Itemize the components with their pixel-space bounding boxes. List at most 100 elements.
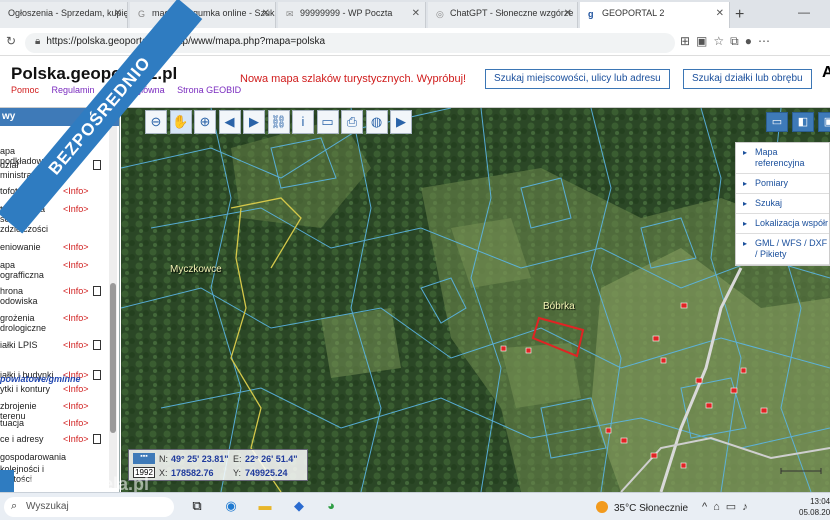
layer-info-link[interactable]: <Info> (63, 401, 89, 411)
windows-taskbar: ⌕ Wyszukaj ⧉ ◉ ▬ ◆ ◕ 35°C Słonecznie ^⌂▭♪… (0, 492, 830, 520)
time: 13:04 (810, 497, 830, 506)
layer-info-link[interactable]: <Info> (63, 204, 89, 214)
document-icon[interactable] (93, 370, 101, 380)
layer-info-link[interactable]: <Info> (63, 186, 89, 196)
search-icon: ⌕ (11, 500, 18, 512)
document-icon[interactable] (93, 340, 101, 350)
tab-title: Ogłoszenia - Sprzedam, kupię (8, 8, 128, 18)
layer-info-link[interactable]: <Info> (63, 313, 89, 323)
terms-link[interactable]: Regulamin (52, 85, 95, 95)
weather-widget[interactable]: 35°C Słonecznie (596, 501, 688, 514)
help-link[interactable]: Pomoc (11, 85, 39, 95)
close-icon[interactable]: ✕ (716, 8, 724, 19)
tab-title: GEOPORTAL 2 (602, 8, 665, 18)
link-icon[interactable]: ⛓ (267, 110, 290, 134)
store-icon[interactable]: ◆ (290, 498, 308, 516)
temperature: 35°C (614, 503, 637, 514)
coordinate-system-icon[interactable]: ▪▪▪ (133, 453, 155, 464)
document-icon[interactable] (93, 160, 101, 170)
browser-tab-ogloszenia[interactable]: Ogłoszenia - Sprzedam, kupię ✕ (0, 2, 128, 28)
e-value: 22° 26' 51.4" (245, 454, 298, 464)
arrow-right-icon[interactable]: ▶ (243, 110, 265, 134)
layer-name: ce i adresy (0, 434, 44, 444)
x-value: 178582.76 (171, 468, 214, 478)
layer-info-link[interactable]: <Info> (63, 434, 89, 444)
y-label: Y: (233, 468, 242, 478)
menu-item[interactable]: ▸ Szukaj (736, 194, 829, 214)
edge-icon[interactable]: ◉ (222, 498, 240, 516)
menu-item[interactable]: ▸ Mapa referencyjna (736, 143, 829, 174)
google-icon: G (138, 9, 146, 19)
hand-icon[interactable]: ✋ (169, 110, 192, 134)
close-icon[interactable]: ✕ (262, 8, 270, 19)
layer-name: gospodarowania (0, 452, 67, 462)
layer-info-link[interactable]: <Info> (63, 286, 89, 296)
browser-tab-wp-poczta[interactable]: ✉ 99999999 - WP Poczta ✕ (278, 2, 426, 28)
split-view-icon[interactable]: ◧ (792, 112, 814, 132)
layer-info-link[interactable]: <Info> (63, 260, 89, 270)
map-view[interactable]: Myczkowce Bóbrka (121, 108, 830, 492)
ruler-icon[interactable]: ▭ (316, 110, 339, 134)
geobid-link[interactable]: Strona GEOBID (177, 85, 241, 95)
x-label: X: (159, 468, 168, 478)
refresh-icon[interactable]: ↻ (6, 34, 16, 48)
layer-info-link[interactable]: <Info> (63, 242, 89, 252)
close-icon[interactable]: ✕ (564, 8, 572, 19)
zoom-out-icon[interactable]: ⊖ (145, 110, 167, 134)
document-icon[interactable] (93, 286, 101, 296)
info-icon[interactable]: i (292, 110, 314, 134)
menu-item[interactable]: ▸ GML / WFS / DXF / Pikiety (736, 234, 829, 265)
chevron-right-icon: ▸ (743, 199, 748, 208)
new-tab-button[interactable]: + (735, 6, 744, 24)
geoportal-icon: g (588, 9, 594, 19)
layer-name: grożenia drologiczne (0, 313, 47, 333)
weather-text: Słonecznie (639, 503, 689, 514)
camera-icon[interactable]: ▶ (390, 110, 412, 134)
document-icon[interactable] (93, 434, 101, 444)
menu-item[interactable]: ▸ Lokalizacja współr (736, 214, 829, 234)
browser-tab-chatgpt[interactable]: ◎ ChatGPT - Słoneczne wzgórze ✕ (428, 2, 578, 28)
layer-name: eniowanie (0, 242, 41, 252)
window-controls[interactable]: — (798, 5, 824, 19)
map-label-myczkowce: Myczkowce (170, 264, 222, 275)
print-icon[interactable]: ⎙ (341, 110, 363, 134)
browser-tab-geoportal[interactable]: g GEOPORTAL 2 ✕ (580, 2, 730, 28)
scrollbar-thumb[interactable] (110, 283, 116, 433)
globe-icon[interactable]: ◍ (365, 110, 388, 134)
layout-icon[interactable]: ▭ (766, 112, 788, 132)
watermark-badge (0, 470, 14, 492)
chrome-icon[interactable]: ◕ (322, 498, 340, 516)
browser-actions[interactable]: ⊞▣☆⧉●⋯ (680, 34, 776, 49)
arrow-left-icon[interactable]: ◀ (218, 110, 241, 134)
mail-icon: ✉ (286, 9, 294, 19)
search-parcel-button[interactable]: Szukaj działki lub obrębu (683, 69, 812, 89)
chevron-right-icon: ▸ (743, 219, 748, 228)
menu-item[interactable]: ▸ Pomiary (736, 174, 829, 194)
layer-info-link[interactable]: <Info> (63, 340, 89, 350)
panel-icon[interactable]: ▣ (818, 112, 830, 132)
task-view-icon[interactable]: ⧉ (188, 498, 206, 516)
chatgpt-icon: ◎ (436, 9, 444, 19)
promo-text[interactable]: Nowa mapa szlaków turystycznych. Wypróbu… (240, 73, 466, 85)
tab-title: 99999999 - WP Poczta (300, 8, 393, 18)
layer-info-link[interactable]: <Info> (63, 418, 89, 428)
zoom-in-icon[interactable]: ⊕ (194, 110, 216, 134)
layer-name: ytki i kontury (0, 384, 51, 394)
chevron-right-icon: ▸ (743, 179, 748, 188)
file-explorer-icon[interactable]: ▬ (256, 498, 274, 516)
clock[interactable]: 13:04 05.08.20 (799, 496, 830, 518)
lock-icon: 🔒︎ (35, 36, 41, 47)
chevron-right-icon: ▸ (743, 239, 748, 248)
map-label-bobrka: Bóbrka (543, 301, 575, 312)
menu-item-label: Pomiary (755, 178, 789, 188)
close-icon[interactable]: ✕ (114, 8, 122, 19)
url-field[interactable]: 🔒︎ https://polska.geoportal2.pl/map/www/m… (25, 33, 675, 53)
layer-info-link[interactable]: <Info> (63, 384, 89, 394)
taskbar-search[interactable]: ⌕ Wyszukaj (4, 497, 174, 517)
n-value: 49° 25' 23.81" (171, 454, 229, 464)
system-tray[interactable]: ^⌂▭♪ (702, 500, 754, 513)
close-icon[interactable]: ✕ (412, 8, 420, 19)
layer-name: iałki LPIS (0, 340, 38, 350)
browser-tab-google[interactable]: Gmagiczna gumka online - Szuk ✕ (130, 2, 276, 28)
search-place-button[interactable]: Szukaj miejscowości, ulicy lub adresu (485, 69, 670, 89)
